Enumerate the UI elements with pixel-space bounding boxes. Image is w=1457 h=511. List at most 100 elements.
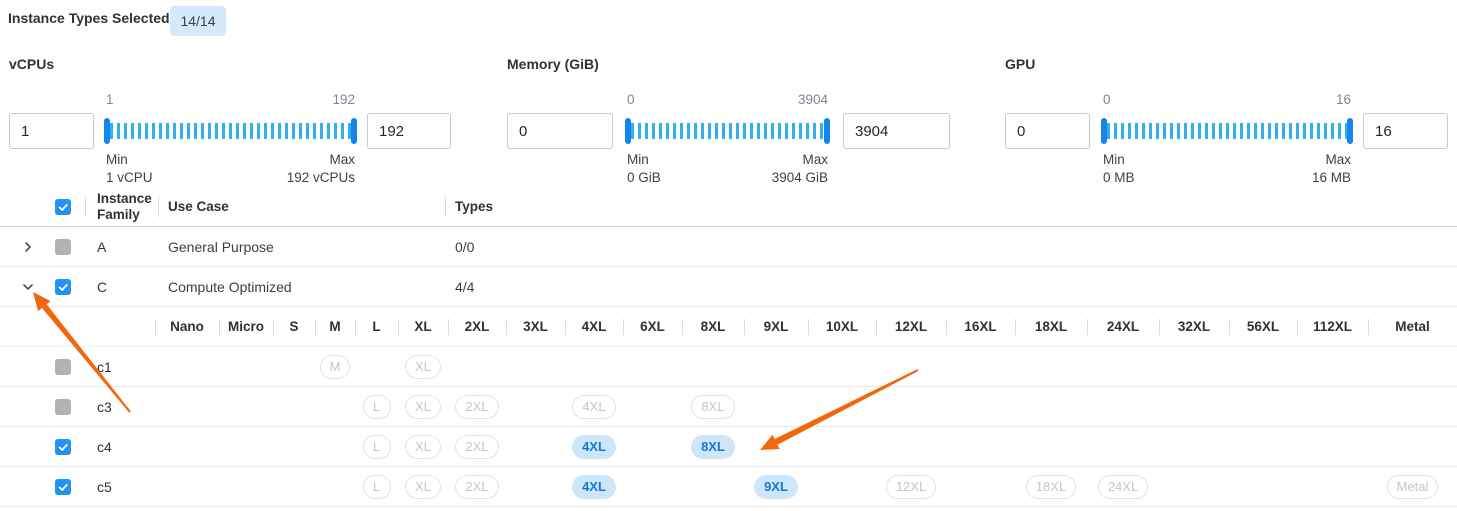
select-all-checkbox[interactable] bbox=[55, 199, 71, 215]
checkbox-disabled[interactable] bbox=[55, 239, 71, 255]
family-row-C: CCompute Optimized4/4 bbox=[0, 267, 1457, 307]
slider-max-detail: 16 MB bbox=[1312, 169, 1351, 187]
size-badge-c5-4xl[interactable]: 4XL bbox=[572, 475, 616, 499]
size-column-header-56xl: 56XL bbox=[1229, 307, 1297, 346]
instance-row-c1: c1MXL bbox=[0, 347, 1457, 387]
size-badge-c4-8xl[interactable]: 8XL bbox=[691, 435, 735, 459]
size-column-header-metal: Metal bbox=[1368, 307, 1457, 346]
checkbox-checked[interactable] bbox=[55, 279, 71, 295]
slider-track[interactable] bbox=[631, 123, 824, 139]
size-badge-c3-4xl[interactable]: 4XL bbox=[572, 395, 615, 419]
checkbox-disabled[interactable] bbox=[55, 399, 71, 415]
size-badge-c1-xl[interactable]: XL bbox=[405, 355, 441, 379]
instance-name: c4 bbox=[85, 439, 155, 455]
memory-min-input[interactable] bbox=[507, 113, 613, 149]
size-badge-c5-metal[interactable]: Metal bbox=[1387, 475, 1439, 499]
size-badge-c5-l[interactable]: L bbox=[363, 475, 391, 499]
slider-range-min-label: 0 bbox=[1103, 92, 1111, 107]
checkbox-checked[interactable] bbox=[55, 479, 71, 495]
slider-max-detail: 3904 GiB bbox=[772, 169, 828, 187]
use-case: General Purpose bbox=[158, 239, 445, 255]
slider-max-detail: 192 vCPUs bbox=[287, 169, 355, 187]
slider-min-detail: 0 GiB bbox=[627, 169, 661, 187]
slider-range-max-label: 192 bbox=[332, 92, 355, 107]
size-column-header-4xl: 4XL bbox=[565, 307, 623, 346]
expand-chevron-icon[interactable] bbox=[20, 239, 36, 255]
size-badge-c4-l[interactable]: L bbox=[363, 435, 391, 459]
filter-memory: Memory (GiB) 0 3904 Min 0 GiB Max bbox=[507, 56, 950, 178]
instance-family-table: Instance Family Use Case Types AGeneral … bbox=[0, 188, 1457, 507]
size-badge-c3-l[interactable]: L bbox=[363, 395, 391, 419]
size-column-header-s: S bbox=[273, 307, 315, 346]
gpu-min-input[interactable] bbox=[1005, 113, 1090, 149]
size-column-header-16xl: 16XL bbox=[946, 307, 1015, 346]
memory-range-slider[interactable]: 0 3904 Min 0 GiB Max 3904 GiB bbox=[627, 113, 828, 149]
slider-track[interactable] bbox=[110, 123, 351, 139]
use-case: Compute Optimized bbox=[158, 279, 445, 295]
slider-range-min-label: 1 bbox=[106, 92, 114, 107]
size-badge-c3-xl[interactable]: XL bbox=[405, 395, 441, 419]
size-badge-c4-2xl[interactable]: 2XL bbox=[455, 435, 498, 459]
size-badge-c1-m[interactable]: M bbox=[320, 355, 351, 379]
slider-min-caption: Min bbox=[1103, 151, 1135, 169]
size-column-header-10xl: 10XL bbox=[808, 307, 876, 346]
size-badge-c4-xl[interactable]: XL bbox=[405, 435, 441, 459]
column-header-use-case: Use Case bbox=[158, 199, 445, 215]
size-column-header-l: L bbox=[355, 307, 398, 346]
slider-min-detail: 0 MB bbox=[1103, 169, 1135, 187]
size-badge-c4-4xl[interactable]: 4XL bbox=[572, 435, 616, 459]
types-count: 0/0 bbox=[445, 239, 1457, 255]
instance-row-c3: c3 L XL 2XL 4XL 8XL bbox=[0, 387, 1457, 427]
slider-min-detail: 1 vCPU bbox=[106, 169, 153, 187]
size-column-header-12xl: 12XL bbox=[876, 307, 946, 346]
column-header-instance-family: Instance Family bbox=[85, 191, 158, 223]
size-badge-c5-9xl[interactable]: 9XL bbox=[754, 475, 798, 499]
selected-count-label: Instance Types Selected: bbox=[8, 10, 174, 26]
slider-max-caption: Max bbox=[1312, 151, 1351, 169]
slider-range-max-label: 16 bbox=[1336, 92, 1351, 107]
size-badge-c5-18xl[interactable]: 18XL bbox=[1026, 475, 1076, 499]
instance-type-filter-panel: Instance Types Selected: 14/14 vCPUs 1 1… bbox=[0, 0, 1457, 511]
size-badge-c5-2xl[interactable]: 2XL bbox=[455, 475, 498, 499]
slider-max-caption: Max bbox=[287, 151, 355, 169]
slider-max-handle[interactable] bbox=[351, 118, 357, 144]
memory-max-input[interactable] bbox=[843, 113, 950, 149]
size-column-header-32xl: 32XL bbox=[1159, 307, 1229, 346]
size-column-header-nano: Nano bbox=[155, 307, 219, 346]
slider-min-handle[interactable] bbox=[1101, 118, 1107, 144]
family-row-A: AGeneral Purpose0/0 bbox=[0, 227, 1457, 267]
slider-track[interactable] bbox=[1107, 123, 1347, 139]
checkbox-disabled[interactable] bbox=[55, 359, 71, 375]
slider-range-max-label: 3904 bbox=[798, 92, 828, 107]
instance-row-c5: c5LXL2XL4XL9XL12XL18XL24XLMetal bbox=[0, 467, 1457, 507]
size-column-header-micro: Micro bbox=[219, 307, 273, 346]
instance-row-c4: c4 L XL 2XL 4XL 8XL bbox=[0, 427, 1457, 467]
filter-gpu: GPU 0 16 Min 0 MB Max 16 M bbox=[1005, 56, 1448, 178]
slider-min-handle[interactable] bbox=[625, 118, 631, 144]
size-badge-c5-12xl[interactable]: 12XL bbox=[886, 475, 936, 499]
selected-count-badge: 14/14 bbox=[170, 6, 226, 36]
slider-min-caption: Min bbox=[106, 151, 153, 169]
size-column-header-3xl: 3XL bbox=[506, 307, 565, 346]
size-badge-c5-24xl[interactable]: 24XL bbox=[1098, 475, 1148, 499]
size-badge-c3-8xl[interactable]: 8XL bbox=[691, 395, 734, 419]
vcpus-range-slider[interactable]: 1 192 Min 1 vCPU Max 192 vCPUs bbox=[106, 113, 355, 149]
slider-range-min-label: 0 bbox=[627, 92, 635, 107]
size-column-header-6xl: 6XL bbox=[623, 307, 682, 346]
slider-min-handle[interactable] bbox=[104, 118, 110, 144]
size-badge-c3-2xl[interactable]: 2XL bbox=[455, 395, 498, 419]
slider-max-handle[interactable] bbox=[1347, 118, 1353, 144]
types-count: 4/4 bbox=[445, 279, 1457, 295]
collapse-chevron-icon[interactable] bbox=[20, 279, 36, 295]
instance-name: c3 bbox=[85, 399, 155, 415]
vcpus-min-input[interactable] bbox=[9, 113, 94, 149]
gpu-range-slider[interactable]: 0 16 Min 0 MB Max 16 MB bbox=[1103, 113, 1351, 149]
checkbox-checked[interactable] bbox=[55, 439, 71, 455]
table-header-row: Instance Family Use Case Types bbox=[0, 188, 1457, 227]
size-header-row: NanoMicroSMLXL2XL3XL4XL6XL8XL9XL10XL12XL… bbox=[0, 307, 1457, 347]
gpu-max-input[interactable] bbox=[1363, 113, 1448, 149]
slider-max-handle[interactable] bbox=[824, 118, 830, 144]
family-name: A bbox=[85, 239, 158, 255]
size-badge-c5-xl[interactable]: XL bbox=[405, 475, 441, 499]
vcpus-max-input[interactable] bbox=[367, 113, 451, 149]
